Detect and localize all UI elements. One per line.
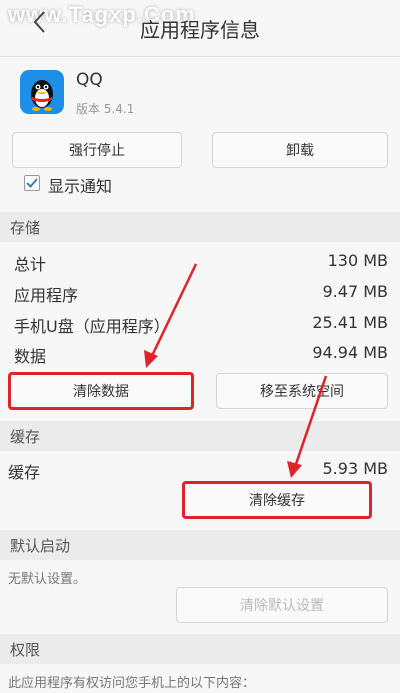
arrow-head-icon <box>287 461 302 478</box>
annotation-arrows <box>144 263 328 478</box>
arrow-to-clear-data <box>148 263 198 361</box>
arrow-to-clear-cache <box>292 375 328 471</box>
arrow-head-icon <box>144 350 158 368</box>
